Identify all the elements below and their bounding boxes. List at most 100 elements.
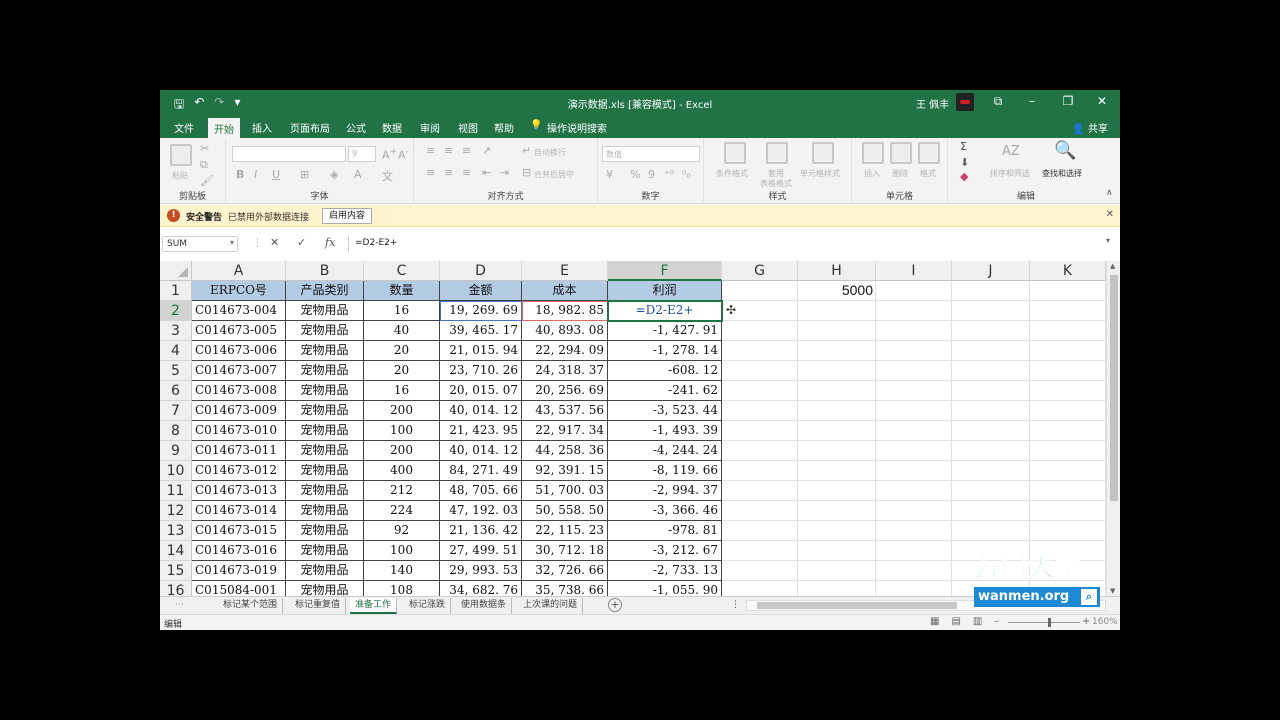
column-header-k[interactable]: K [1030, 261, 1106, 281]
empty-cell[interactable] [798, 461, 876, 481]
empty-cell[interactable] [952, 381, 1030, 401]
cell-d15[interactable]: 29, 993. 53 [440, 561, 522, 581]
tab-file[interactable]: 文件 [174, 120, 194, 138]
empty-cell[interactable] [876, 481, 952, 501]
empty-cell[interactable] [952, 521, 1030, 541]
cell-f6[interactable]: -241. 62 [608, 381, 722, 401]
cell-a11[interactable]: C014673-013 [192, 481, 286, 501]
percent-style-button[interactable]: % [630, 168, 640, 181]
increase-font-icon[interactable]: A+ [382, 146, 397, 162]
cell-b10[interactable]: 宠物用品 [286, 461, 364, 481]
sheet-tab[interactable]: 准备工作 [350, 598, 398, 614]
column-header-g[interactable]: G [722, 261, 798, 281]
zoom-slider[interactable] [1008, 618, 1080, 627]
cell-f4[interactable]: -1, 278. 14 [608, 341, 722, 361]
empty-cell[interactable] [1030, 461, 1106, 481]
scroll-up-icon[interactable]: ▲ [1110, 262, 1115, 270]
phonetic-icon[interactable]: 文 [382, 168, 393, 184]
tab-page-layout[interactable]: 页面布局 [290, 120, 330, 138]
align-top-icon[interactable]: ≡ [426, 144, 435, 157]
collapse-ribbon-icon[interactable]: ∧ [1106, 188, 1113, 198]
cell-f15[interactable]: -2, 733. 13 [608, 561, 722, 581]
empty-cell[interactable] [876, 321, 952, 341]
empty-cell[interactable] [722, 541, 798, 561]
restore-button[interactable]: ❐ [1058, 94, 1078, 108]
tab-help[interactable]: 帮助 [494, 120, 514, 138]
cell-f8[interactable]: -1, 493. 39 [608, 421, 722, 441]
empty-cell[interactable] [722, 581, 798, 596]
cell-c5[interactable]: 20 [364, 361, 440, 381]
font-size-select[interactable]: 9 [348, 146, 376, 162]
cell-d10[interactable]: 84, 271. 49 [440, 461, 522, 481]
close-button[interactable]: ✕ [1092, 94, 1112, 108]
empty-cell[interactable] [1030, 501, 1106, 521]
zoom-in-icon[interactable]: + [1082, 616, 1090, 627]
sheet-nav-icon[interactable]: ⋯ [170, 598, 189, 614]
cell-d8[interactable]: 21, 423. 95 [440, 421, 522, 441]
sort-filter-icon[interactable]: AZ [1002, 144, 1020, 159]
row-header-5[interactable]: 5 [160, 361, 192, 381]
orientation-icon[interactable]: ↗ [482, 144, 491, 157]
cell-f14[interactable]: -3, 212. 67 [608, 541, 722, 561]
format-as-table-icon[interactable] [766, 142, 788, 164]
empty-cell[interactable] [1030, 381, 1106, 401]
clear-icon[interactable]: ◆ [960, 170, 968, 183]
cell-c9[interactable]: 200 [364, 441, 440, 461]
tab-insert[interactable]: 插入 [252, 120, 272, 138]
align-middle-icon[interactable]: ≡ [444, 144, 453, 157]
empty-cell[interactable] [798, 501, 876, 521]
empty-cell[interactable] [722, 521, 798, 541]
delete-cells-icon[interactable] [890, 142, 912, 164]
empty-cell[interactable] [722, 401, 798, 421]
cell-f13[interactable]: -978. 81 [608, 521, 722, 541]
header-cell-c[interactable]: 数量 [364, 281, 440, 301]
empty-cell[interactable] [1030, 281, 1106, 301]
header-cell-e[interactable]: 成本 [522, 281, 608, 301]
insert-function-icon[interactable]: fx [325, 236, 335, 249]
accounting-format-icon[interactable]: ¥ [606, 168, 613, 181]
column-header-f[interactable]: F [608, 261, 722, 281]
empty-cell[interactable] [722, 441, 798, 461]
scroll-down-icon[interactable]: ▼ [1110, 587, 1115, 595]
empty-cell[interactable] [798, 541, 876, 561]
row-header-4[interactable]: 4 [160, 341, 192, 361]
cell-e15[interactable]: 32, 726. 66 [522, 561, 608, 581]
merge-center-icon[interactable]: ⊟ [522, 166, 531, 179]
format-painter-icon[interactable]: 🖌 [200, 174, 214, 187]
empty-cell[interactable] [952, 441, 1030, 461]
empty-cell[interactable] [952, 501, 1030, 521]
cell-c15[interactable]: 140 [364, 561, 440, 581]
italic-button[interactable]: I [254, 168, 257, 181]
empty-cell[interactable] [952, 461, 1030, 481]
header-cell-f[interactable]: 利润 [608, 281, 722, 301]
name-box[interactable]: SUM [162, 236, 238, 252]
cell-a12[interactable]: C014673-014 [192, 501, 286, 521]
cell-e11[interactable]: 51, 700. 03 [522, 481, 608, 501]
cell-c13[interactable]: 92 [364, 521, 440, 541]
tab-data[interactable]: 数据 [382, 120, 402, 138]
cell-d6[interactable]: 20, 015. 07 [440, 381, 522, 401]
cell-b12[interactable]: 宠物用品 [286, 501, 364, 521]
row-header-13[interactable]: 13 [160, 521, 192, 541]
expand-formula-bar-icon[interactable]: ▾ [1106, 236, 1110, 245]
row-header-15[interactable]: 15 [160, 561, 192, 581]
row-header-7[interactable]: 7 [160, 401, 192, 421]
cell-a15[interactable]: C014673-019 [192, 561, 286, 581]
cell-a6[interactable]: C014673-008 [192, 381, 286, 401]
empty-cell[interactable] [952, 341, 1030, 361]
format-cells-button[interactable]: 格式 [920, 168, 936, 179]
cell-f12[interactable]: -3, 366. 46 [608, 501, 722, 521]
empty-cell[interactable] [1030, 301, 1106, 321]
cell-d7[interactable]: 40, 014. 12 [440, 401, 522, 421]
merge-center-button[interactable]: 合并后居中 [534, 169, 574, 180]
vertical-scrollbar[interactable]: ▲ ▼ [1106, 261, 1120, 596]
align-right-icon[interactable]: ≡ [462, 166, 471, 179]
empty-cell[interactable] [1030, 321, 1106, 341]
increase-decimal-icon[interactable]: ⁺⁰ [664, 168, 674, 181]
empty-cell[interactable] [876, 501, 952, 521]
column-header-h[interactable]: H [798, 261, 876, 281]
user-avatar[interactable] [956, 93, 974, 111]
empty-cell[interactable] [876, 561, 952, 581]
empty-cell[interactable] [952, 361, 1030, 381]
cell-d5[interactable]: 23, 710. 26 [440, 361, 522, 381]
